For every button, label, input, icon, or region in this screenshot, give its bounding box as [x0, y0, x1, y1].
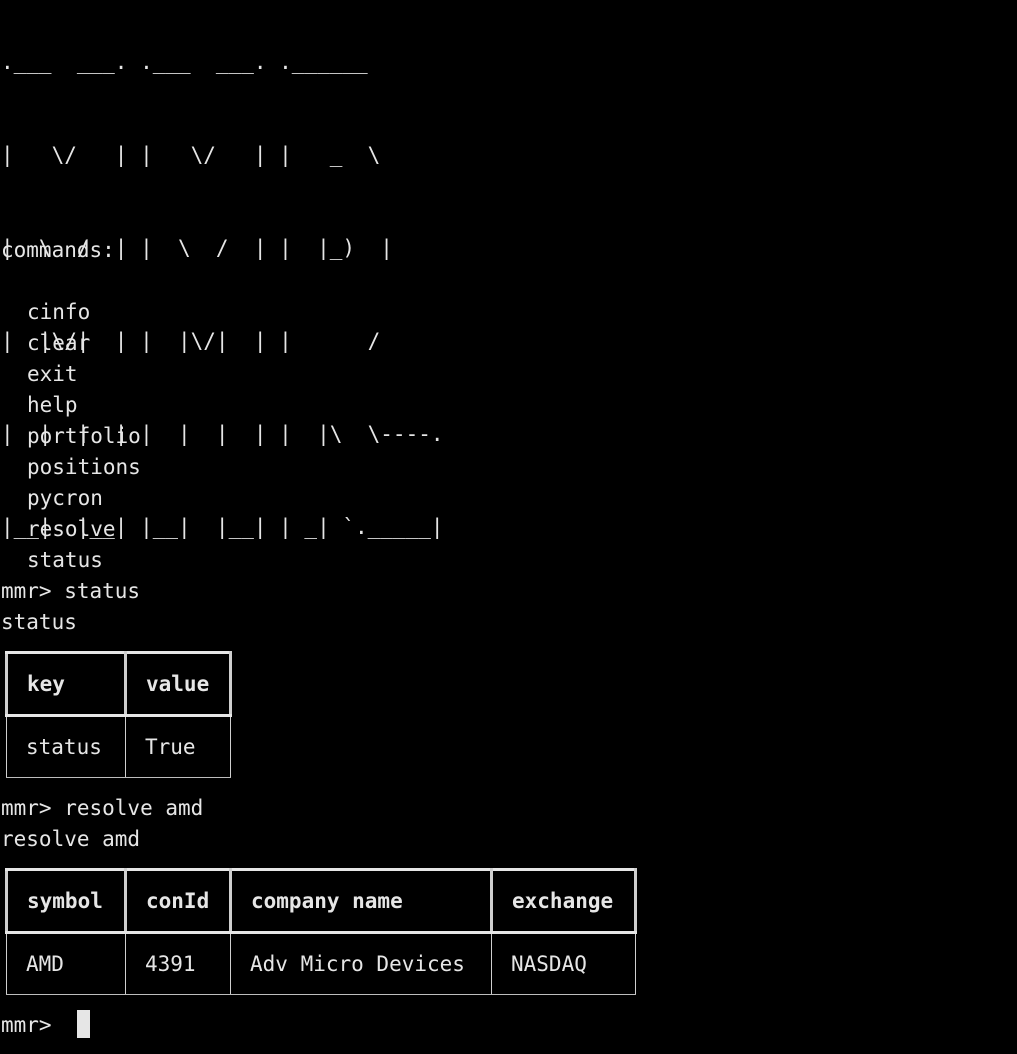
- command-input-line[interactable]: mmr>: [1, 1010, 91, 1041]
- command-item-clear: clear: [27, 331, 91, 355]
- command-item-status: status: [27, 548, 103, 572]
- table-cell: 4391: [125, 932, 231, 995]
- column-header-symbol: symbol: [5, 868, 127, 934]
- command-item-cinfo: cinfo: [27, 300, 91, 324]
- table-header-row: symbol conId company name exchange: [5, 868, 637, 934]
- command-echo: status: [1, 610, 77, 634]
- table-row: AMD 4391 Adv Micro Devices NASDAQ: [6, 932, 636, 995]
- column-header-exchange: exchange: [490, 868, 637, 934]
- column-header-conid: conId: [124, 868, 232, 934]
- column-header-company-name: company name: [229, 868, 493, 934]
- status-table: key value status True: [5, 651, 232, 778]
- command-item-positions: positions: [27, 455, 141, 479]
- table-cell: True: [125, 715, 231, 778]
- banner-row: | \/ | | \/ | | _ \: [1, 143, 381, 167]
- command-echo: resolve amd: [1, 827, 141, 851]
- table-row: status True: [6, 715, 231, 778]
- table-header-row: key value: [5, 651, 232, 717]
- resolve-table: symbol conId company name exchange AMD 4…: [5, 868, 637, 995]
- command-item-resolve: resolve: [27, 517, 116, 541]
- command-item-exit: exit: [27, 362, 78, 386]
- terminal-window[interactable]: .___ ___. .___ ___. .______ | \/ | | \/ …: [0, 0, 1017, 1054]
- column-header-key: key: [5, 651, 127, 717]
- table-cell: status: [6, 715, 126, 778]
- table-cell: AMD: [6, 932, 126, 995]
- command-item-help: help: [27, 393, 78, 417]
- command-item-pycron: pycron: [27, 486, 103, 510]
- prompt-text: mmr>: [1, 1013, 65, 1037]
- banner-row: .___ ___. .___ ___. .______: [1, 50, 368, 74]
- prompt-line: mmr> resolve amd: [1, 796, 204, 820]
- command-item-portfolio: portfolio: [27, 424, 141, 448]
- table-cell: NASDAQ: [491, 932, 636, 995]
- commands-heading: commands:: [1, 238, 115, 262]
- text-cursor: [77, 1010, 91, 1038]
- prompt-line: mmr> status: [1, 579, 141, 603]
- table-cell: Adv Micro Devices: [230, 932, 492, 995]
- column-header-value: value: [124, 651, 232, 717]
